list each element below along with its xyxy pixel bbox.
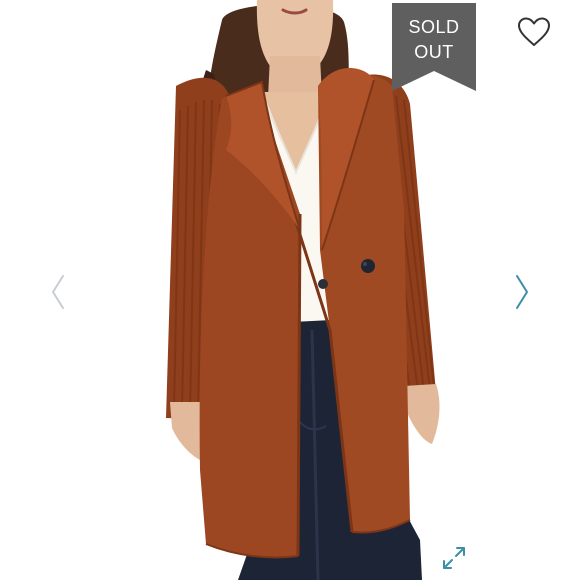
sold-out-line-1: SOLD (408, 17, 460, 37)
sold-out-label: SOLD OUT (392, 15, 476, 65)
chevron-left-icon (52, 275, 64, 309)
product-image-viewer: SOLD OUT (0, 0, 580, 580)
previous-photo-button[interactable] (42, 270, 72, 314)
sold-out-line-2: OUT (414, 42, 454, 62)
expand-arrows-icon (443, 547, 465, 569)
next-photo-button[interactable] (508, 270, 538, 314)
sold-out-banner: SOLD OUT (392, 3, 476, 91)
expand-photo-button[interactable] (438, 542, 470, 574)
heart-outline-icon (518, 17, 550, 46)
product-photo (0, 0, 580, 580)
like-button[interactable] (512, 12, 556, 52)
chevron-right-icon (516, 275, 528, 309)
